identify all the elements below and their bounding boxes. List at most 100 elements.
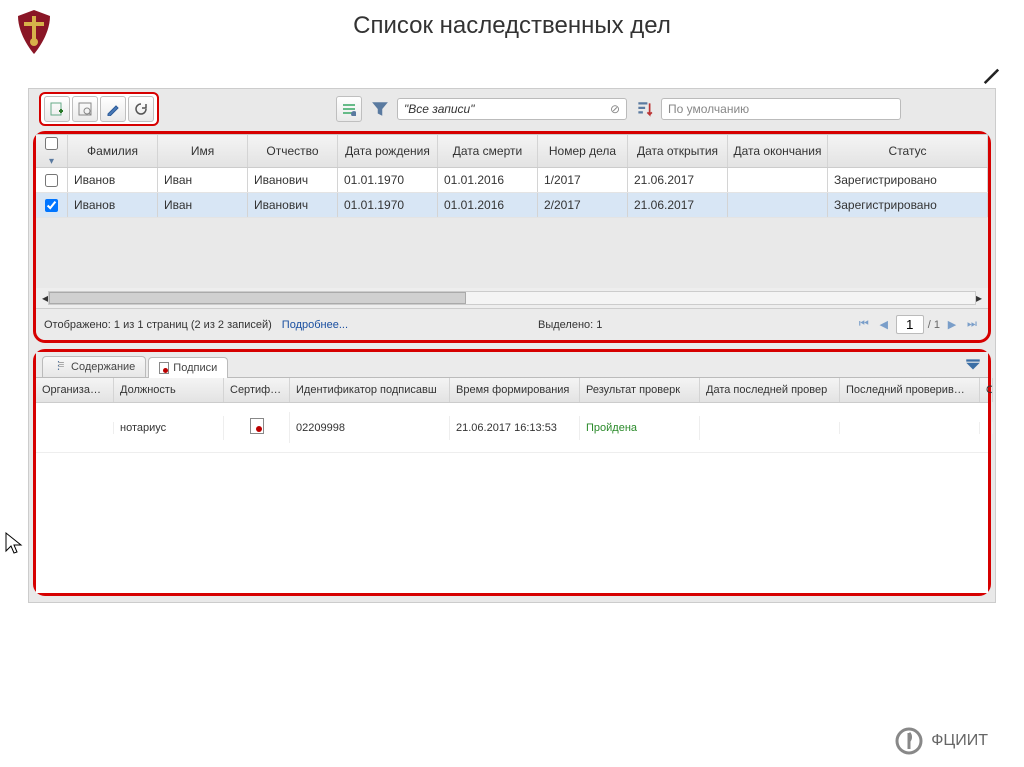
- col-header-close-date[interactable]: Дата окончания: [728, 135, 828, 167]
- pager-last-icon[interactable]: ⏭: [964, 318, 980, 331]
- tab-content[interactable]: Содержание: [42, 356, 146, 377]
- main-grid-outline: Фамилия Имя Отчество Дата рождения Дата …: [33, 131, 991, 343]
- footer-shown-text: Отображено: 1 из 1 страниц (2 из 2 запис…: [44, 319, 272, 331]
- detail-row[interactable]: нотариус 02209998 21.06.2017 16:13:53 Пр…: [36, 403, 988, 453]
- app-logo: [10, 8, 58, 56]
- main-panel: "Все записи" ⊘ По умолчанию Фамилия Имя …: [28, 88, 996, 603]
- brand-icon: [895, 727, 923, 755]
- content-tab-icon: [53, 361, 67, 373]
- detail-grid-header: Организация Должность Сертифика Идентифи…: [36, 378, 988, 403]
- view-mode-button[interactable]: [336, 96, 362, 122]
- cell-otch: Иванович: [248, 193, 338, 217]
- filter-column-icon[interactable]: [49, 153, 54, 167]
- col-header-otchestvo[interactable]: Отчество: [248, 135, 338, 167]
- filter-clear-icon[interactable]: ⊘: [610, 102, 620, 116]
- select-all-checkbox[interactable]: [45, 137, 58, 150]
- dc-id: 02209998: [290, 416, 450, 440]
- cell-dr: 01.01.1970: [338, 193, 438, 217]
- filter-icon: [371, 100, 389, 118]
- cell-imya: Иван: [158, 168, 248, 192]
- dh-res[interactable]: Результат проверк: [580, 378, 700, 402]
- dh-id[interactable]: Идентификатор подписавш: [290, 378, 450, 402]
- cell-dr: 01.01.1970: [338, 168, 438, 192]
- table-row[interactable]: Иванов Иван Иванович 01.01.1970 01.01.20…: [36, 193, 988, 218]
- cell-status: Зарегистрировано: [828, 193, 988, 217]
- certificate-icon[interactable]: [250, 418, 264, 434]
- col-header-case-number[interactable]: Номер дела: [538, 135, 628, 167]
- dc-org: [36, 422, 114, 434]
- dc-who: [840, 422, 980, 434]
- dc-pos: нотариус: [114, 416, 224, 440]
- cell-familia: Иванов: [68, 193, 158, 217]
- grid-body: Иванов Иван Иванович 01.01.1970 01.01.20…: [36, 168, 988, 288]
- scroll-thumb[interactable]: [49, 292, 466, 304]
- refresh-button[interactable]: [128, 96, 154, 122]
- col-header-familia[interactable]: Фамилия: [68, 135, 158, 167]
- dc-err: [980, 422, 993, 434]
- add-button[interactable]: [44, 96, 70, 122]
- cell-do: 21.06.2017: [628, 193, 728, 217]
- pager-next-icon[interactable]: ▶: [944, 318, 960, 331]
- cell-otch: Иванович: [248, 168, 338, 192]
- cursor-icon: [4, 531, 24, 557]
- view-button[interactable]: [72, 96, 98, 122]
- pager-prev-icon[interactable]: ◀: [876, 318, 892, 331]
- toolbar-action-group: [39, 92, 159, 126]
- footer-selected-text: Выделено: 1: [538, 319, 602, 331]
- signatures-tab-icon: [159, 362, 169, 374]
- sort-icon: [635, 100, 653, 118]
- dh-org[interactable]: Организация: [36, 378, 114, 402]
- panel-collapse-icon[interactable]: [964, 356, 982, 374]
- brand-name: ФЦИИТ: [931, 732, 988, 750]
- dc-dlast: [700, 422, 840, 434]
- cell-nd: 2/2017: [538, 193, 628, 217]
- dh-err[interactable]: Оши: [980, 378, 993, 402]
- cell-do: 21.06.2017: [628, 168, 728, 192]
- scroll-right-icon[interactable]: ▸: [976, 291, 982, 305]
- dh-cert[interactable]: Сертифика: [224, 378, 290, 402]
- grid-header: Фамилия Имя Отчество Дата рождения Дата …: [36, 134, 988, 168]
- col-header-deathdate[interactable]: Дата смерти: [438, 135, 538, 167]
- cell-familia: Иванов: [68, 168, 158, 192]
- tab-signatures-label: Подписи: [173, 362, 217, 374]
- pager-first-icon[interactable]: ⏮: [856, 318, 872, 331]
- tab-signatures[interactable]: Подписи: [148, 357, 228, 378]
- detail-tabs: Содержание Подписи: [36, 352, 988, 378]
- dh-who[interactable]: Последний проверивший: [840, 378, 980, 402]
- filter-select[interactable]: "Все записи" ⊘: [397, 98, 627, 120]
- detail-grid: Организация Должность Сертифика Идентифи…: [36, 378, 988, 593]
- dc-cert[interactable]: [224, 412, 290, 443]
- cell-nd: 1/2017: [538, 168, 628, 192]
- grid-header-checkbox[interactable]: [36, 135, 68, 167]
- pager-page-input[interactable]: [896, 315, 924, 334]
- row-checkbox[interactable]: [45, 199, 58, 212]
- dh-time[interactable]: Время формирования: [450, 378, 580, 402]
- dh-dlast[interactable]: Дата последней провер: [700, 378, 840, 402]
- col-header-status[interactable]: Статус: [828, 135, 988, 167]
- row-checkbox[interactable]: [45, 174, 58, 187]
- cell-ds: 01.01.2016: [438, 168, 538, 192]
- col-header-birthdate[interactable]: Дата рождения: [338, 135, 438, 167]
- tab-content-label: Содержание: [71, 361, 135, 373]
- main-grid: Фамилия Имя Отчество Дата рождения Дата …: [36, 134, 988, 340]
- col-header-open-date[interactable]: Дата открытия: [628, 135, 728, 167]
- edit-button[interactable]: [100, 96, 126, 122]
- horizontal-scrollbar[interactable]: ◂ ▸: [36, 288, 988, 308]
- pager-total: / 1: [928, 319, 940, 331]
- sort-select[interactable]: По умолчанию: [661, 98, 901, 120]
- cell-dk: [728, 168, 828, 192]
- cell-imya: Иван: [158, 193, 248, 217]
- detail-outline: Содержание Подписи Организация Должность…: [33, 349, 991, 596]
- toolbar: "Все записи" ⊘ По умолчанию: [29, 89, 995, 129]
- dh-pos[interactable]: Должность: [114, 378, 224, 402]
- cell-dk: [728, 193, 828, 217]
- pager: ⏮ ◀ / 1 ▶ ⏭: [856, 315, 980, 334]
- brand-footer: ФЦИИТ: [895, 727, 988, 755]
- table-row[interactable]: Иванов Иван Иванович 01.01.1970 01.01.20…: [36, 168, 988, 193]
- grid-footer: Отображено: 1 из 1 страниц (2 из 2 запис…: [36, 308, 988, 340]
- dc-time: 21.06.2017 16:13:53: [450, 416, 580, 440]
- col-header-imya[interactable]: Имя: [158, 135, 248, 167]
- footer-more-link[interactable]: Подробнее...: [282, 319, 348, 331]
- dc-result: Пройдена: [580, 416, 700, 440]
- page-title: Список наследственных дел: [0, 0, 1024, 48]
